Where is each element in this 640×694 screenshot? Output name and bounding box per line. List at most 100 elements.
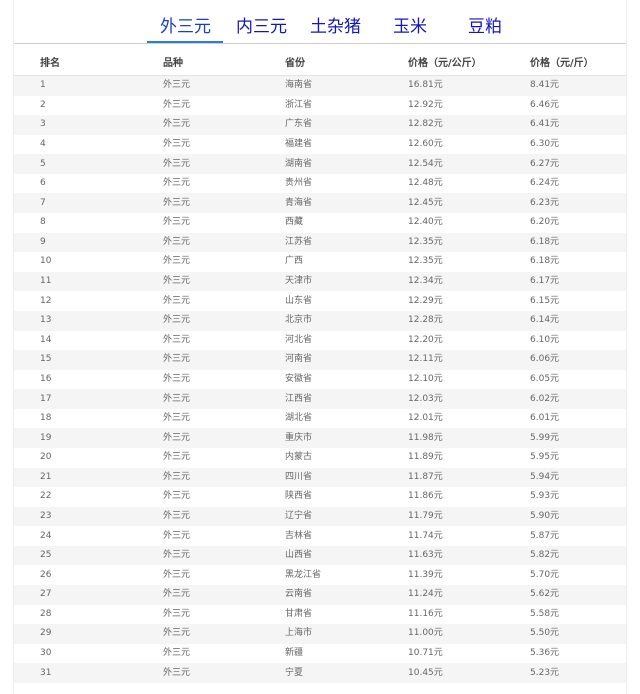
cell-rank: 27 xyxy=(14,585,137,605)
table-row: 22 外三元 陕西省 11.86元 5.93元 xyxy=(14,487,626,507)
cell-price-per-jin: 6.30元 xyxy=(504,134,626,155)
cell-price-per-kg: 12.60元 xyxy=(382,134,504,155)
cell-province: 江西省 xyxy=(259,389,382,409)
cell-rank: 14 xyxy=(14,330,137,351)
cell-price-per-jin: 6.17元 xyxy=(504,271,626,292)
cell-rank: 21 xyxy=(14,467,137,488)
cell-variety: 外三元 xyxy=(137,213,259,233)
cell-province: 山东省 xyxy=(259,291,382,311)
cell-variety: 外三元 xyxy=(137,545,259,566)
table-row: 2 外三元 浙江省 12.92元 6.46元 xyxy=(14,95,626,116)
cell-variety: 外三元 xyxy=(137,350,259,370)
cell-price-per-kg: 11.86元 xyxy=(382,487,504,507)
cell-rank: 30 xyxy=(14,643,137,664)
cell-price-per-jin: 6.05元 xyxy=(504,369,626,390)
table-row: 6 外三元 贵州省 12.48元 6.24元 xyxy=(14,173,626,194)
header-rank: 排名 xyxy=(14,48,137,76)
cell-province: 河南省 xyxy=(259,350,382,370)
tab-nei-san-yuan[interactable]: 内三元 xyxy=(236,15,287,39)
cell-province: 江苏省 xyxy=(259,232,382,253)
cell-rank: 10 xyxy=(14,252,137,272)
cell-rank: 17 xyxy=(14,389,137,409)
cell-province: 重庆市 xyxy=(259,428,382,448)
cell-price-per-kg: 12.82元 xyxy=(382,115,504,135)
cell-price-per-jin: 6.14元 xyxy=(504,310,626,331)
cell-variety: 外三元 xyxy=(137,154,259,174)
cell-province: 辽宁省 xyxy=(259,506,382,527)
table-row: 30 外三元 新疆 10.71元 5.36元 xyxy=(14,643,626,664)
table-row: 23 外三元 辽宁省 11.79元 5.90元 xyxy=(14,506,626,527)
cell-price-per-jin: 6.15元 xyxy=(504,291,626,311)
table-row: 29 外三元 上海市 11.00元 5.50元 xyxy=(14,624,626,644)
cell-rank: 22 xyxy=(14,487,137,507)
cell-province: 西藏 xyxy=(259,213,382,233)
cell-rank: 12 xyxy=(14,291,137,311)
cell-rank: 25 xyxy=(14,545,137,566)
cell-price-per-kg: 11.87元 xyxy=(382,467,504,488)
cell-price-per-kg: 12.03元 xyxy=(382,389,504,409)
cell-variety: 外三元 xyxy=(137,291,259,311)
cell-price-per-jin: 5.50元 xyxy=(504,624,626,644)
tab-tu-za-zhu[interactable]: 土杂猪 xyxy=(310,15,361,39)
cell-rank: 16 xyxy=(14,369,137,390)
cell-price-per-kg: 16.81元 xyxy=(382,75,504,96)
cell-price-per-jin: 5.82元 xyxy=(504,545,626,566)
cell-rank: 6 xyxy=(14,173,137,194)
cell-price-per-kg: 11.79元 xyxy=(382,506,504,527)
table-row: 25 外三元 山西省 11.63元 5.82元 xyxy=(14,545,626,566)
cell-variety: 外三元 xyxy=(137,428,259,448)
tab-wai-san-yuan[interactable]: 外三元 xyxy=(160,15,211,39)
cell-price-per-kg: 11.89元 xyxy=(382,447,504,468)
cell-variety: 外三元 xyxy=(137,585,259,605)
table-row: 20 外三元 内蒙古 11.89元 5.95元 xyxy=(14,447,626,468)
cell-province: 安徽省 xyxy=(259,369,382,390)
cell-province: 山西省 xyxy=(259,545,382,566)
cell-price-per-kg: 11.16元 xyxy=(382,604,504,625)
cell-rank: 9 xyxy=(14,232,137,253)
cell-province: 云南省 xyxy=(259,585,382,605)
cell-rank: 20 xyxy=(14,447,137,468)
cell-province: 海南省 xyxy=(259,75,382,96)
cell-price-per-kg: 12.40元 xyxy=(382,213,504,233)
cell-price-per-jin: 6.01元 xyxy=(504,408,626,429)
cell-rank: 2 xyxy=(14,95,137,116)
cell-province: 内蒙古 xyxy=(259,447,382,468)
cell-rank: 5 xyxy=(14,154,137,174)
cell-province: 新疆 xyxy=(259,643,382,664)
cell-province: 黑龙江省 xyxy=(259,565,382,586)
cell-province: 天津市 xyxy=(259,271,382,292)
table-row: 15 外三元 河南省 12.11元 6.06元 xyxy=(14,350,626,370)
cell-rank: 26 xyxy=(14,565,137,586)
cell-price-per-jin: 8.41元 xyxy=(504,75,626,96)
cell-price-per-kg: 11.39元 xyxy=(382,565,504,586)
table-row: 14 外三元 河北省 12.20元 6.10元 xyxy=(14,330,626,351)
table-row: 13 外三元 北京市 12.28元 6.14元 xyxy=(14,310,626,331)
cell-rank: 31 xyxy=(14,663,137,683)
cell-variety: 外三元 xyxy=(137,506,259,527)
cell-rank: 11 xyxy=(14,271,137,292)
cell-price-per-jin: 5.93元 xyxy=(504,487,626,507)
cell-province: 四川省 xyxy=(259,467,382,488)
cell-price-per-kg: 12.20元 xyxy=(382,330,504,351)
cell-variety: 外三元 xyxy=(137,663,259,683)
cell-variety: 外三元 xyxy=(137,408,259,429)
cell-variety: 外三元 xyxy=(137,75,259,96)
cell-variety: 外三元 xyxy=(137,447,259,468)
cell-price-per-jin: 6.46元 xyxy=(504,95,626,116)
table-row: 21 外三元 四川省 11.87元 5.94元 xyxy=(14,467,626,488)
table-row: 17 外三元 江西省 12.03元 6.02元 xyxy=(14,389,626,409)
tab-dou-po[interactable]: 豆粕 xyxy=(468,15,502,39)
cell-variety: 外三元 xyxy=(137,487,259,507)
cell-province: 陕西省 xyxy=(259,487,382,507)
table-row: 19 外三元 重庆市 11.98元 5.99元 xyxy=(14,428,626,448)
cell-province: 广西 xyxy=(259,252,382,272)
cell-variety: 外三元 xyxy=(137,173,259,194)
cell-price-per-kg: 12.35元 xyxy=(382,232,504,253)
price-table: 排名 品种 省份 价格（元/公斤） 价格（元/斤） 1 外三元 海南省 16.81元 8… xyxy=(14,48,626,683)
cell-price-per-kg: 12.92元 xyxy=(382,95,504,116)
cell-price-per-jin: 6.06元 xyxy=(504,350,626,370)
cell-price-per-kg: 12.45元 xyxy=(382,193,504,214)
cell-price-per-kg: 12.35元 xyxy=(382,252,504,272)
tab-yu-mi[interactable]: 玉米 xyxy=(393,15,427,39)
cell-variety: 外三元 xyxy=(137,604,259,625)
